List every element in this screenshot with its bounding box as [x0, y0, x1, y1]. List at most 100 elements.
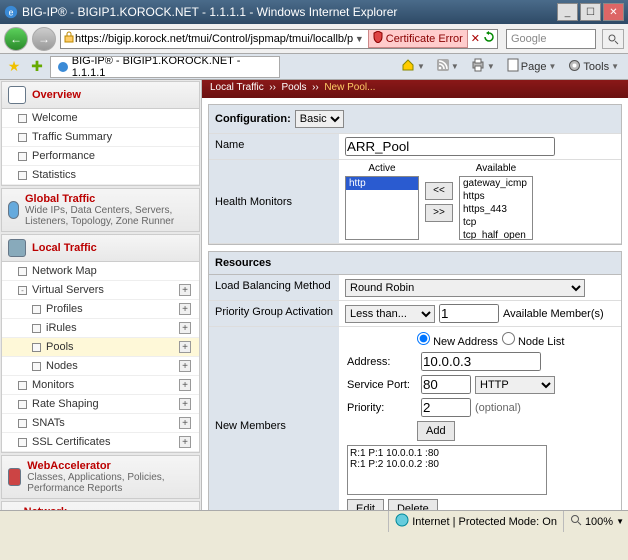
sidebar-item[interactable]: Network Map [2, 262, 199, 281]
list-item[interactable]: tcp [460, 216, 532, 229]
hm-active-list[interactable]: http [345, 176, 419, 240]
window-titlebar: e BIG-IP® - BIGIP1.KOROCK.NET - 1.1.1.1 … [0, 0, 628, 24]
tools-menu[interactable]: Tools▼ [563, 57, 624, 77]
pg-mode-select[interactable]: Less than... [345, 305, 435, 323]
nm-label: New Members [209, 327, 339, 510]
member-row[interactable]: R:1 P:2 10.0.0.2 :80 [350, 459, 544, 470]
list-item[interactable]: http [346, 177, 418, 190]
sidebar-header-global[interactable]: Global TrafficWide IPs, Data Centers, Se… [1, 188, 200, 232]
sidebar-item[interactable]: Traffic Summary [2, 128, 199, 147]
delete-member-button[interactable]: Delete [388, 499, 438, 510]
sidebar-subitem[interactable]: Profiles+ [2, 300, 199, 319]
print-button[interactable]: ▼ [466, 57, 500, 77]
resources-panel: Load Balancing Method Round Robin Priori… [208, 274, 622, 510]
globe-icon [8, 201, 19, 219]
zone-info[interactable]: Internet | Protected Mode: On [388, 511, 557, 532]
config-panel: Configuration: Basic Name Health Monitor… [208, 104, 622, 245]
hm-available-list[interactable]: gateway_icmphttpshttps_443tcptcp_half_op… [459, 176, 533, 240]
sidebar-header-local[interactable]: Local Traffic [1, 234, 200, 262]
list-item[interactable]: https [460, 190, 532, 203]
list-item[interactable]: tcp_half_open [460, 229, 532, 240]
sidebar-item[interactable]: SNATs+ [2, 414, 199, 433]
page-menu[interactable]: Page▼ [502, 57, 562, 77]
hm-remove-button[interactable]: << [425, 182, 453, 200]
window-title: BIG-IP® - BIGIP1.KOROCK.NET - 1.1.1.1 - … [22, 5, 397, 19]
statusbar: Internet | Protected Mode: On 100% ▼ [0, 510, 628, 532]
resources-header: Resources [208, 251, 622, 274]
hm-label: Health Monitors [209, 160, 339, 243]
lock-icon [63, 31, 75, 46]
address-input[interactable] [421, 352, 541, 371]
page-icon [507, 58, 519, 75]
ie-favicon: e [4, 5, 18, 19]
member-row[interactable]: R:1 P:1 10.0.0.1 :80 [350, 448, 544, 459]
zoom-control[interactable]: 100% ▼ [563, 511, 624, 532]
lb-method-select[interactable]: Round Robin [345, 279, 585, 297]
magnifier-icon [570, 514, 582, 529]
sidebar-subitem[interactable]: Nodes+ [2, 357, 199, 376]
sidebar-item[interactable]: Welcome [2, 109, 199, 128]
magnifier-icon [607, 33, 619, 45]
window-minimize-button[interactable]: _ [557, 3, 578, 21]
forward-button[interactable]: → [32, 27, 56, 51]
sidebar-header-network[interactable]: NetworkInterfaces, Routes, Self IPs, Pac… [1, 501, 200, 510]
members-list[interactable]: R:1 P:1 10.0.0.1 :80R:1 P:2 10.0.0.2 :80 [347, 445, 547, 495]
tab-favicon [57, 61, 69, 73]
list-item[interactable]: gateway_icmp [460, 177, 532, 190]
sidebar-item[interactable]: Monitors+ [2, 376, 199, 395]
certificate-error-badge[interactable]: Certificate Error [368, 29, 468, 48]
hm-add-button[interactable]: >> [425, 204, 453, 222]
edit-member-button[interactable]: Edit [347, 499, 384, 510]
new-address-radio[interactable] [417, 332, 430, 345]
rss-icon [437, 59, 449, 74]
home-icon [401, 58, 415, 75]
feeds-button[interactable]: ▼ [432, 57, 464, 77]
monitor-icon [8, 239, 26, 257]
sidebar-item[interactable]: -Virtual Servers+ [2, 281, 199, 300]
overview-icon [8, 86, 26, 104]
port-input[interactable] [421, 375, 471, 394]
favorites-icon[interactable]: ★ [4, 57, 24, 77]
sidebar-subitem[interactable]: Pools+ [2, 338, 199, 357]
sidebar-local-items: Network Map-Virtual Servers+Profiles+iRu… [1, 262, 200, 453]
search-box[interactable]: Google [506, 29, 596, 49]
sidebar-overview-items: WelcomeTraffic SummaryPerformanceStatist… [1, 109, 200, 186]
list-item[interactable]: https_443 [460, 203, 532, 216]
window-maximize-button[interactable]: ☐ [580, 3, 601, 21]
priority-input[interactable] [421, 398, 471, 417]
app-body: Overview WelcomeTraffic SummaryPerforman… [0, 80, 628, 510]
sidebar-item[interactable]: Statistics [2, 166, 199, 185]
pg-count-input[interactable] [439, 304, 499, 323]
browser-tabbar: ★ ✚ BIG-IP® - BIGIP1.KOROCK.NET - 1.1.1.… [0, 54, 628, 80]
browser-tab[interactable]: BIG-IP® - BIGIP1.KOROCK.NET - 1.1.1.1 [50, 56, 280, 78]
search-button[interactable] [602, 29, 624, 49]
url-text: https://bigip.korock.net/tmui/Control/js… [75, 33, 353, 45]
sidebar-header-overview[interactable]: Overview [1, 81, 200, 109]
window-close-button[interactable]: ✕ [603, 3, 624, 21]
sidebar-subitem[interactable]: iRules+ [2, 319, 199, 338]
name-label: Name [209, 134, 339, 159]
sidebar-item[interactable]: SSL Certificates+ [2, 433, 199, 452]
sidebar-header-webacc[interactable]: WebAcceleratorClasses, Applications, Pol… [1, 455, 200, 499]
gear-icon [568, 59, 581, 75]
pg-label: Priority Group Activation [209, 301, 339, 326]
node-list-radio[interactable] [502, 332, 515, 345]
stop-icon[interactable]: ✕ [471, 32, 480, 45]
svg-text:e: e [9, 8, 14, 18]
back-button[interactable]: ← [4, 27, 28, 51]
main-content: Local Traffic ›› Pools ›› New Pool... Co… [202, 80, 628, 510]
home-button[interactable]: ▼ [396, 57, 430, 77]
browser-navbar: ← → https://bigip.korock.net/tmui/Contro… [0, 24, 628, 54]
pool-name-input[interactable] [345, 137, 555, 156]
port-service-select[interactable]: HTTP [475, 376, 555, 394]
lb-label: Load Balancing Method [209, 275, 339, 300]
shield-icon [373, 31, 383, 46]
config-mode-select[interactable]: Basic [295, 110, 344, 128]
add-member-button[interactable]: Add [417, 421, 455, 441]
sidebar-item[interactable]: Performance [2, 147, 199, 166]
address-bar[interactable]: https://bigip.korock.net/tmui/Control/js… [60, 29, 498, 49]
refresh-icon[interactable] [483, 31, 495, 46]
config-label: Configuration: [215, 113, 291, 125]
add-favorite-icon[interactable]: ✚ [27, 57, 47, 77]
sidebar-item[interactable]: Rate Shaping+ [2, 395, 199, 414]
